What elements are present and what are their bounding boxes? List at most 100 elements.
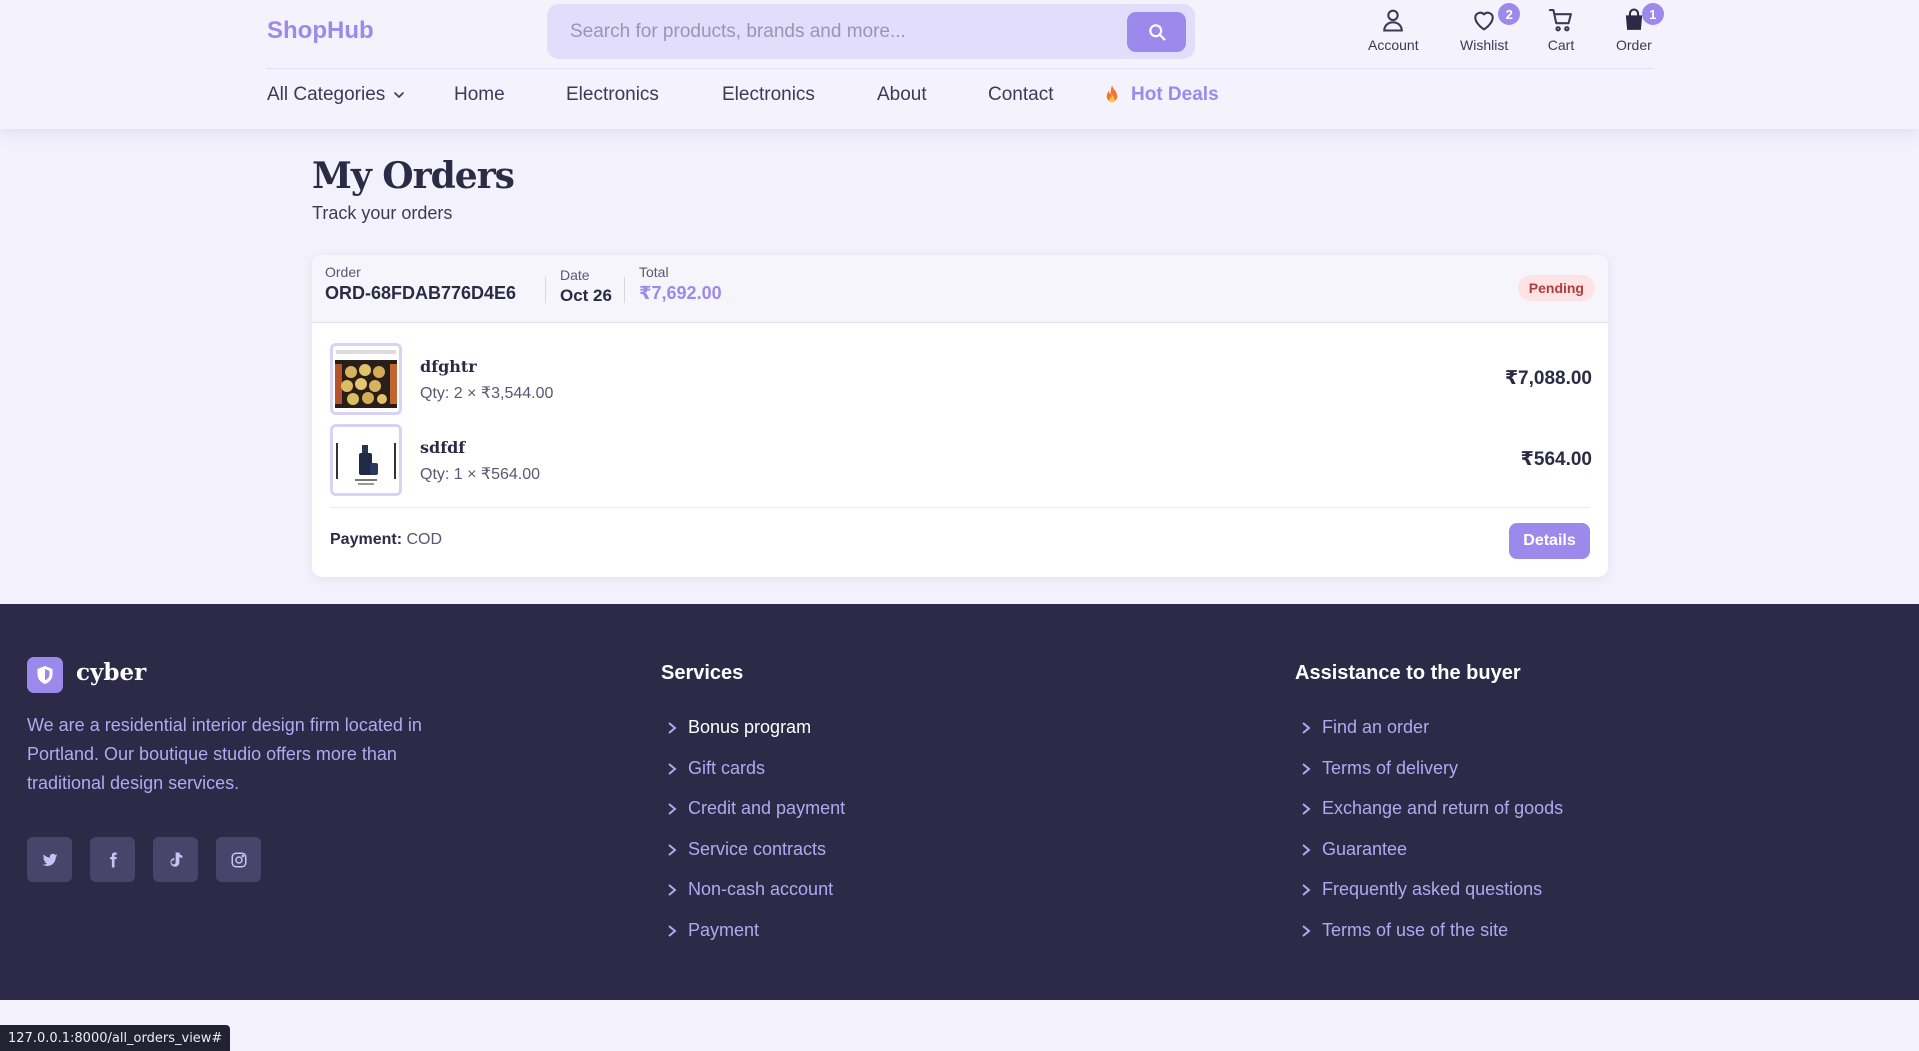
chevron-right-icon [1295,762,1317,776]
all-categories-dropdown[interactable]: All Categories [267,84,407,106]
product-qty: Qty: 1 × ₹564.00 [420,466,541,483]
shield-icon [27,657,63,693]
details-button[interactable]: Details [1509,523,1590,559]
site-footer: cyber We are a residential interior desi… [0,604,1919,1000]
chevron-right-icon [661,762,683,776]
all-categories-label: All Categories [267,84,386,105]
product-image-bottle [333,427,399,493]
line-total: ₹564.00 [1520,449,1592,470]
status-bar-url: 127.0.0.1:8000/all_orders_view# [0,1025,231,1051]
status-badge: Pending [1517,275,1595,301]
order-total-label: Total [639,264,669,280]
chevron-right-icon [1295,924,1317,938]
chevron-right-icon [661,883,683,897]
nav-electronics[interactable]: Electronics [566,84,659,106]
footer-link-label: Payment [688,920,760,940]
footer-link-guarantee[interactable]: Guarantee [1295,839,1407,860]
facebook-icon [109,852,117,867]
nav-about[interactable]: About [877,84,927,106]
chevron-right-icon [661,843,683,857]
footer-link-exchange-and-return[interactable]: Exchange and return of goods [1295,798,1563,819]
services-column: Services Bonus program Gift cards Credit… [661,662,845,940]
footer-link-terms-of-use[interactable]: Terms of use of the site [1295,920,1508,941]
footer-link-payment[interactable]: Payment [661,920,759,941]
instagram-link[interactable] [216,837,261,882]
footer-link-label: Non-cash account [688,879,834,899]
order-link[interactable]: 1 Order [1616,3,1664,53]
footer-link-credit-and-payment[interactable]: Credit and payment [661,798,845,819]
footer-link-service-contracts[interactable]: Service contracts [661,839,826,860]
order-total-block: Total ₹7,692.00 [639,264,722,304]
page-subtitle: Track your orders [312,203,453,223]
search-input[interactable] [570,4,1110,59]
payment-label: Payment: [330,531,403,548]
footer-link-bonus-program[interactable]: Bonus program [661,717,811,738]
user-icon [1383,9,1404,32]
footer-link-label: Exchange and return of goods [1322,798,1564,818]
line-total: ₹7,088.00 [1504,368,1592,389]
wishlist-link[interactable]: 2 Wishlist [1460,3,1521,53]
header-divider [267,68,1654,69]
footer-link-find-an-order[interactable]: Find an order [1295,717,1429,738]
order-count-badge: 1 [1641,3,1664,25]
product-image-cookies [333,346,399,412]
product-thumbnail[interactable] [330,343,402,415]
chevron-right-icon [661,721,683,735]
order-item: sdfdf Qty: 1 × ₹564.00 ₹564.00 [330,424,1592,496]
account-link[interactable]: Account [1368,6,1419,53]
assistance-title: Assistance to the buyer [1295,662,1521,684]
header-separator [545,277,546,303]
order-id: ORD-68FDAB776D4E6 [325,283,517,303]
footer-link-terms-of-delivery[interactable]: Terms of delivery [1295,758,1458,779]
card-divider [330,507,1590,508]
product-name[interactable]: dfghtr [420,357,477,376]
chevron-right-icon [661,924,683,938]
wishlist-label: Wishlist [1460,37,1509,53]
footer-link-non-cash-account[interactable]: Non-cash account [661,879,833,900]
nav-contact[interactable]: Contact [988,84,1053,106]
hot-deals-label: Hot Deals [1131,84,1219,105]
order-date-block: Date Oct 26 [560,267,612,306]
footer-link-label: Frequently asked questions [1322,879,1543,899]
payment-info: Payment: COD [330,531,442,549]
chevron-right-icon [1295,883,1317,897]
order-header: Order ORD-68FDAB776D4E6 Date Oct 26 Tota… [312,255,1608,323]
footer-link-label: Bonus program [688,717,812,737]
order-card: Order ORD-68FDAB776D4E6 Date Oct 26 Tota… [312,255,1608,577]
cart-icon [1548,9,1572,32]
footer-link-gift-cards[interactable]: Gift cards [661,758,765,779]
product-name[interactable]: sdfdf [420,438,465,457]
cart-label: Cart [1547,37,1575,53]
order-item: dfghtr Qty: 2 × ₹3,544.00 ₹7,088.00 [330,343,1592,415]
chevron-down-icon [394,92,405,98]
logo[interactable]: ShopHub [267,17,374,45]
chevron-right-icon [661,802,683,816]
account-label: Account [1368,37,1419,53]
header-actions: Account 2 Wishlist Cart 1 Order [1360,3,1670,58]
cart-link[interactable]: Cart [1547,6,1575,53]
chevron-right-icon [1295,843,1317,857]
order-id-block: Order ORD-68FDAB776D4E6 [325,264,516,304]
nav-electronics-2[interactable]: Electronics [722,84,815,106]
footer-link-label: Terms of delivery [1322,758,1459,778]
footer-link-label: Guarantee [1322,839,1408,859]
search-button[interactable] [1127,12,1186,52]
order-label: Order [1616,37,1652,53]
footer-description: We are a residential interior design fir… [27,715,422,793]
payment-method: COD [406,531,443,548]
product-thumbnail[interactable] [330,424,402,496]
footer-link-label: Service contracts [688,839,827,859]
nav-home[interactable]: Home [454,84,505,106]
footer-link-label: Gift cards [688,758,766,778]
page-title: My Orders [312,155,515,197]
footer-link-label: Credit and payment [688,798,846,818]
tiktok-link[interactable] [153,837,198,882]
order-date: Oct 26 [560,286,612,305]
twitter-link[interactable] [27,837,72,882]
site-header: ShopHub Account 2 Wishlist [0,0,1919,129]
facebook-link[interactable] [90,837,135,882]
nav-hot-deals[interactable]: Hot Deals [1103,84,1219,106]
footer-brand[interactable]: cyber [76,659,146,686]
footer-link-faq[interactable]: Frequently asked questions [1295,879,1542,900]
assistance-column: Assistance to the buyer Find an order Te… [1295,662,1563,940]
